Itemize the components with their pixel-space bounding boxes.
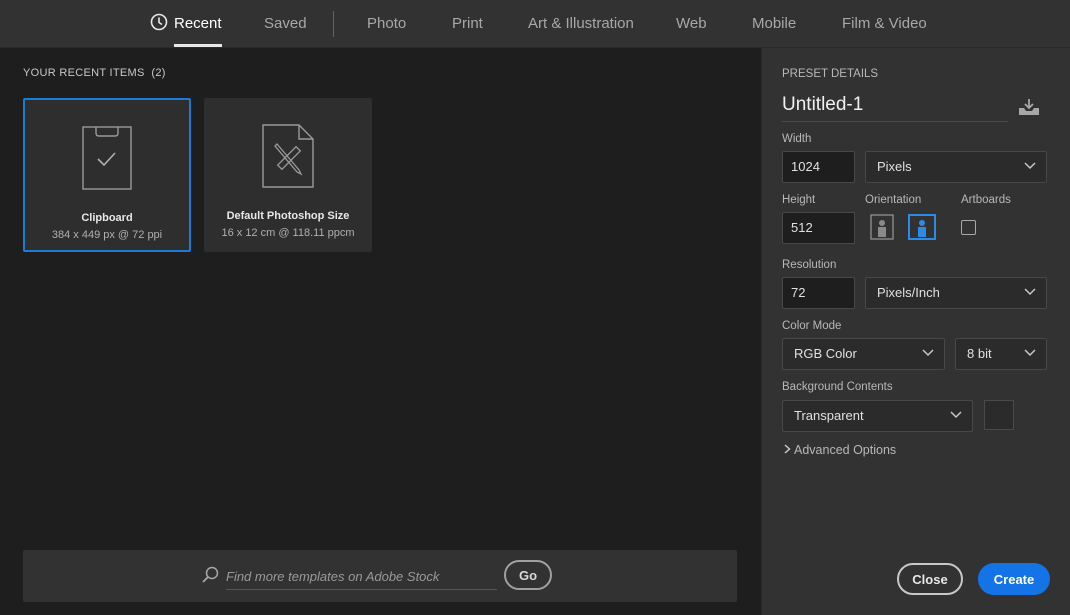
artboards-checkbox[interactable] (961, 220, 976, 235)
advanced-options-toggle[interactable]: Advanced Options (784, 443, 896, 457)
clipboard-doc-icon (82, 126, 132, 190)
stock-search-input[interactable] (226, 564, 497, 590)
tab-recent[interactable]: Recent (150, 0, 222, 47)
clock-icon (150, 13, 168, 31)
resolution-label: Resolution (782, 259, 837, 271)
width-input[interactable]: 1024 (782, 151, 855, 183)
tab-divider (333, 11, 334, 37)
background-contents-select[interactable]: Transparent (782, 400, 973, 432)
item-name: Default Photoshop Size (226, 210, 350, 222)
resolution-unit-select[interactable]: Pixels/Inch (865, 277, 1047, 309)
tab-label: Recent (174, 15, 222, 32)
preset-name-field[interactable]: Untitled-1 (782, 94, 1008, 122)
preset-details-panel: PRESET DETAILS Untitled-1 Width 1024 Pix… (761, 48, 1070, 615)
tab-print[interactable]: Print (452, 0, 483, 47)
chevron-down-icon (1024, 162, 1036, 170)
width-label: Width (782, 133, 812, 145)
width-unit-select[interactable]: Pixels (865, 151, 1047, 183)
tab-mobile[interactable]: Mobile (752, 0, 796, 47)
tab-photo[interactable]: Photo (367, 0, 406, 47)
save-preset-icon[interactable] (1018, 98, 1040, 116)
chevron-down-icon (1024, 288, 1036, 296)
landscape-orientation-icon[interactable] (908, 214, 936, 240)
close-button[interactable]: Close (897, 563, 963, 595)
bit-depth-select[interactable]: 8 bit (955, 338, 1047, 370)
tab-web[interactable]: Web (676, 0, 707, 47)
go-button[interactable]: Go (504, 560, 552, 590)
advanced-options-label: Advanced Options (794, 443, 897, 457)
section-title: YOUR RECENT ITEMS (2) (23, 67, 166, 79)
item-name: Clipboard (81, 212, 133, 224)
chevron-right-icon (784, 444, 791, 454)
tab-art-illustration[interactable]: Art & Illustration (528, 0, 634, 47)
stock-search-bar: Go (23, 550, 737, 602)
color-mode-select[interactable]: RGB Color (782, 338, 945, 370)
select-value: Transparent (794, 408, 864, 423)
background-color-swatch[interactable] (984, 400, 1014, 430)
tab-saved[interactable]: Saved (264, 0, 307, 47)
height-label: Height (782, 194, 816, 206)
category-tab-bar: Recent Saved Photo Print Art & Illustrat… (0, 0, 1070, 48)
select-value: 8 bit (967, 346, 992, 361)
item-meta: 16 x 12 cm @ 118.11 ppcm (221, 227, 355, 239)
chevron-down-icon (950, 411, 962, 419)
item-meta: 384 x 449 px @ 72 ppi (51, 229, 163, 241)
portrait-orientation-icon[interactable] (870, 214, 894, 240)
tab-film-video[interactable]: Film & Video (842, 0, 927, 47)
search-icon (202, 566, 219, 583)
orientation-label: Orientation (865, 194, 922, 206)
recent-items-area: YOUR RECENT ITEMS (2) Clipboard 384 x 44… (0, 48, 761, 615)
recent-count: (2) (151, 67, 166, 79)
height-input[interactable]: 512 (782, 212, 855, 244)
preset-details-heading: PRESET DETAILS (782, 68, 879, 80)
select-value: RGB Color (794, 346, 857, 361)
select-value: Pixels/Inch (877, 285, 940, 300)
chevron-down-icon (922, 349, 934, 357)
ruler-pencil-doc-icon (262, 124, 314, 188)
create-button[interactable]: Create (978, 563, 1050, 595)
resolution-input[interactable]: 72 (782, 277, 855, 309)
background-contents-label: Background Contents (782, 381, 893, 393)
color-mode-label: Color Mode (782, 320, 842, 332)
section-title-text: YOUR RECENT ITEMS (23, 67, 145, 79)
chevron-down-icon (1024, 349, 1036, 357)
recent-item-clipboard[interactable]: Clipboard 384 x 449 px @ 72 ppi (23, 98, 191, 252)
select-value: Pixels (877, 159, 912, 174)
artboards-label: Artboards (961, 194, 1011, 206)
recent-item-default-photoshop-size[interactable]: Default Photoshop Size 16 x 12 cm @ 118.… (204, 98, 372, 252)
